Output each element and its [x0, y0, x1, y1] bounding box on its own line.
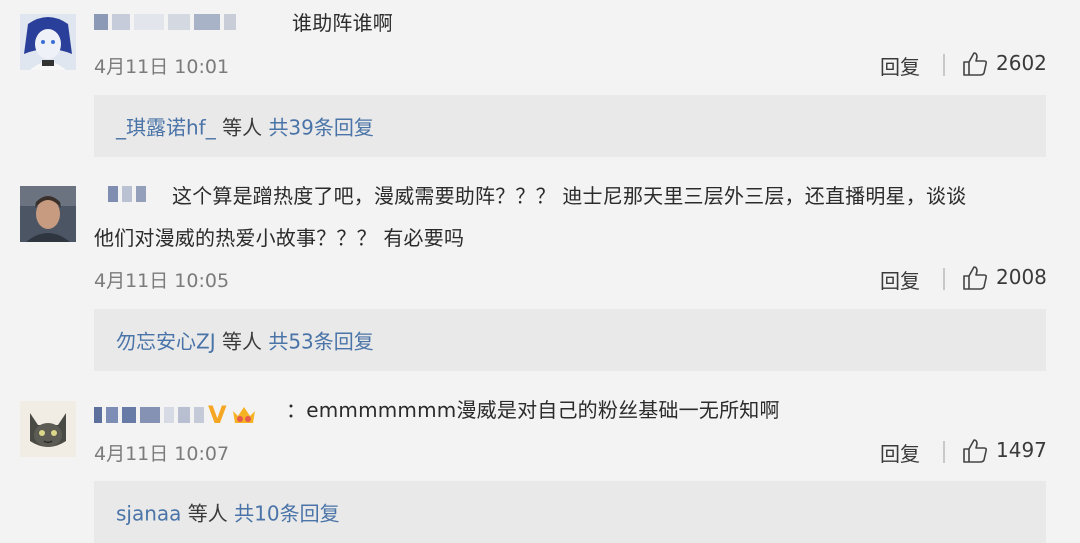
- divider: [943, 268, 945, 290]
- reply-user-link[interactable]: sjanaa: [116, 502, 181, 526]
- comment-text-line: 这个算是蹭热度了吧，漫威需要助阵？？？ 迪士尼那天里三层外三层，还直播明星，谈谈: [172, 184, 967, 208]
- avatar[interactable]: [20, 14, 76, 70]
- reply-count-link[interactable]: 共10条回复: [234, 502, 339, 526]
- comment-text-line: 他们对漫威的热爱小故事？？？ 有必要吗: [94, 226, 465, 250]
- reply-count-link[interactable]: 共39条回复: [268, 116, 373, 140]
- comment-item: V ：emmmmmmm漫威是对自己的粉丝基础一无所知啊 4月11日 10:07 …: [0, 385, 1080, 543]
- comment-text: ：emmmmmmm漫威是对自己的粉丝基础一无所知啊: [286, 398, 780, 422]
- comment-time: 4月11日 10:07: [94, 443, 230, 465]
- thumbs-up-icon[interactable]: [962, 265, 988, 291]
- divider: [943, 54, 945, 76]
- reply-count-link[interactable]: 共53条回复: [268, 330, 373, 354]
- like-count: 2602: [996, 51, 1047, 75]
- crown-icon: [232, 407, 255, 423]
- reply-summary[interactable]: 勿忘安心ZJ 等人 共53条回复: [94, 309, 1046, 371]
- username-blurred[interactable]: [94, 14, 236, 30]
- comment-item: 这个算是蹭热度了吧，漫威需要助阵？？？ 迪士尼那天里三层外三层，还直播明星，谈谈…: [0, 170, 1080, 380]
- reply-others-label: 等人: [187, 501, 228, 526]
- comment-item: 谁助阵谁啊 4月11日 10:01 回复 2602 _琪露诺hf_ 等人 共39…: [0, 0, 1080, 170]
- like-count: 2008: [996, 265, 1047, 289]
- comment-text: 谁助阵谁啊: [292, 11, 393, 35]
- reply-summary[interactable]: sjanaa 等人 共10条回复: [94, 481, 1046, 543]
- avatar[interactable]: [20, 401, 76, 457]
- reply-others-label: 等人: [222, 115, 263, 140]
- reply-button[interactable]: 回复: [880, 438, 920, 467]
- thumbs-up-icon[interactable]: [962, 51, 988, 77]
- vip-badge: V: [208, 401, 227, 429]
- reply-summary[interactable]: _琪露诺hf_ 等人 共39条回复: [94, 95, 1046, 157]
- comment-time: 4月11日 10:01: [94, 56, 230, 78]
- reply-others-label: 等人: [221, 329, 262, 354]
- avatar[interactable]: [20, 186, 76, 242]
- reply-button[interactable]: 回复: [880, 51, 920, 80]
- divider: [943, 441, 945, 463]
- username-blurred[interactable]: V: [94, 401, 257, 429]
- comment-time: 4月11日 10:05: [94, 270, 230, 292]
- username-blurred[interactable]: [108, 186, 146, 202]
- reply-button[interactable]: 回复: [880, 265, 920, 294]
- thumbs-up-icon[interactable]: [962, 438, 988, 464]
- like-count: 1497: [996, 438, 1047, 462]
- reply-user-link[interactable]: 勿忘安心ZJ: [116, 330, 216, 354]
- reply-user-link[interactable]: _琪露诺hf_: [116, 116, 216, 140]
